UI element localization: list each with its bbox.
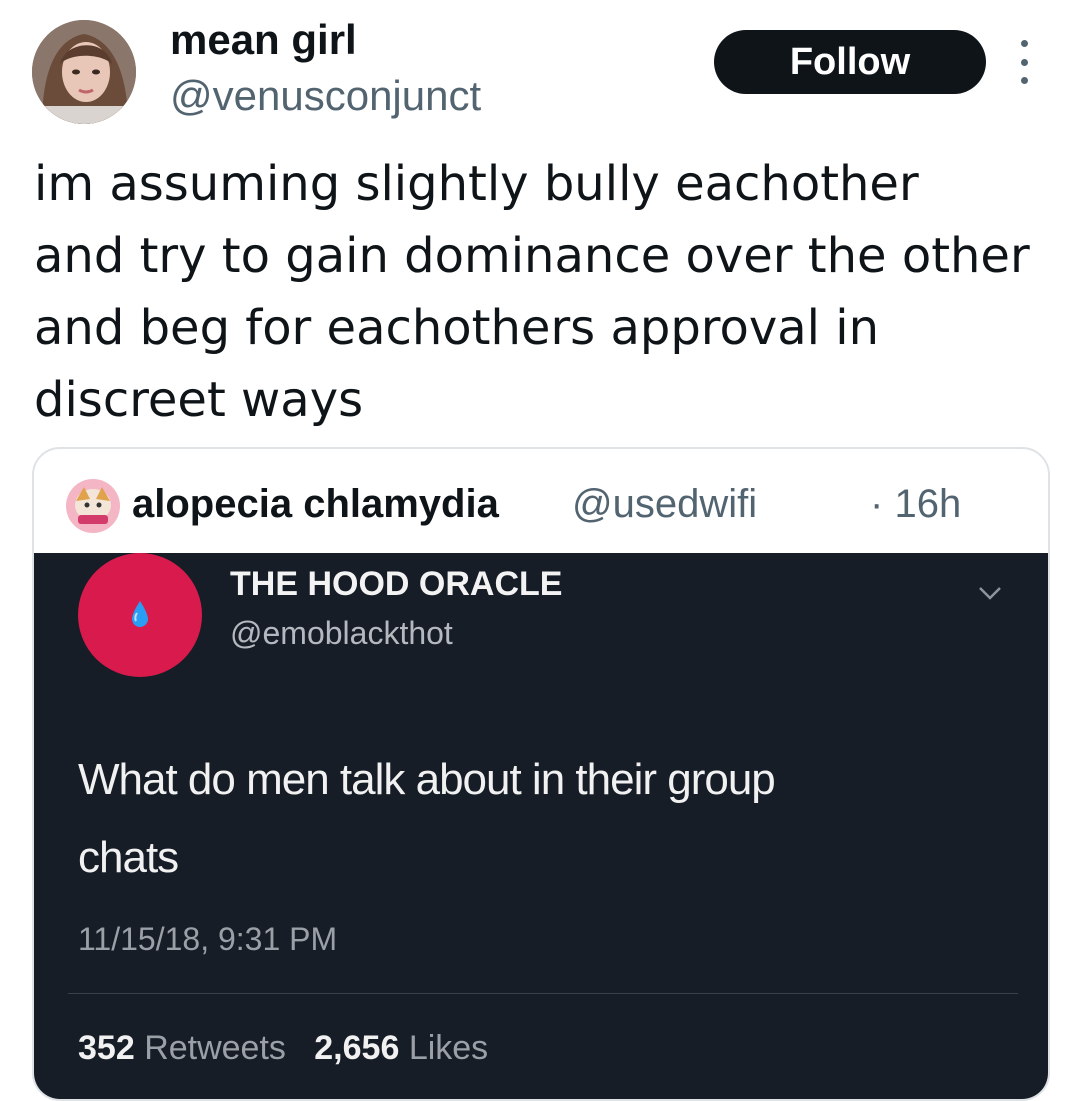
- likes-count: 2,656: [314, 1029, 400, 1067]
- user-avatar-photo-icon: [32, 20, 136, 124]
- tweet-text-line: discreet ways: [34, 372, 364, 428]
- oracle-tweet-text: What do men talk about in their group ch…: [78, 741, 1008, 897]
- tweet-text: im assuming slightly bully eachother and…: [34, 148, 1064, 436]
- retweets-count: 352: [78, 1029, 135, 1067]
- oracle-name: THE HOOD ORACLE: [230, 565, 563, 603]
- more-dot: [1020, 58, 1028, 66]
- more-vertical-icon[interactable]: [1012, 40, 1036, 84]
- author-avatar[interactable]: [32, 20, 136, 124]
- quoted-author-handle[interactable]: @usedwifi: [572, 479, 757, 529]
- quoted-author-display-name[interactable]: alopecia chlamydia: [132, 479, 499, 529]
- quoted-time[interactable]: 16h: [894, 482, 961, 526]
- oracle-avatar: [78, 553, 202, 677]
- oracle-tweet-line: What do men talk about in their group: [78, 755, 776, 804]
- quoted-timestamp: · 16h: [870, 479, 961, 529]
- quoted-author-avatar[interactable]: [66, 479, 120, 533]
- oracle-divider: [68, 993, 1018, 994]
- more-dot: [1020, 77, 1028, 84]
- tweet-text-line: and beg for eachothers approval in: [34, 300, 880, 356]
- likes-label: Likes: [408, 1029, 489, 1067]
- oracle-stats: 352 Retweets 2,656 Likes: [78, 1029, 488, 1068]
- quoted-separator: ·: [870, 482, 884, 526]
- author-display-name[interactable]: mean girl: [170, 14, 357, 66]
- more-dot: [1020, 40, 1028, 47]
- author-handle[interactable]: @venusconjunct: [170, 70, 481, 122]
- embedded-screenshot[interactable]: THE HOOD ORACLE @emoblackthot What do me…: [34, 553, 1048, 1099]
- chevron-down-icon: [979, 587, 1001, 600]
- droplet-icon: [132, 601, 148, 627]
- tweet-text-line: im assuming slightly bully eachother: [34, 156, 919, 212]
- quoted-tweet-header: alopecia chlamydia @usedwifi · 16h: [34, 449, 1048, 553]
- follow-button[interactable]: Follow: [714, 30, 986, 94]
- oracle-tweet-line: chats: [78, 833, 179, 882]
- quoted-tweet-card[interactable]: alopecia chlamydia @usedwifi · 16h THE H…: [32, 447, 1050, 1101]
- oracle-handle: @emoblackthot: [230, 615, 453, 651]
- retweets-label: Retweets: [144, 1029, 286, 1067]
- oracle-timestamp: 11/15/18, 9:31 PM: [78, 921, 338, 957]
- tweet-text-line: and try to gain dominance over the other: [34, 228, 1030, 284]
- quoted-avatar-icon: [66, 479, 120, 533]
